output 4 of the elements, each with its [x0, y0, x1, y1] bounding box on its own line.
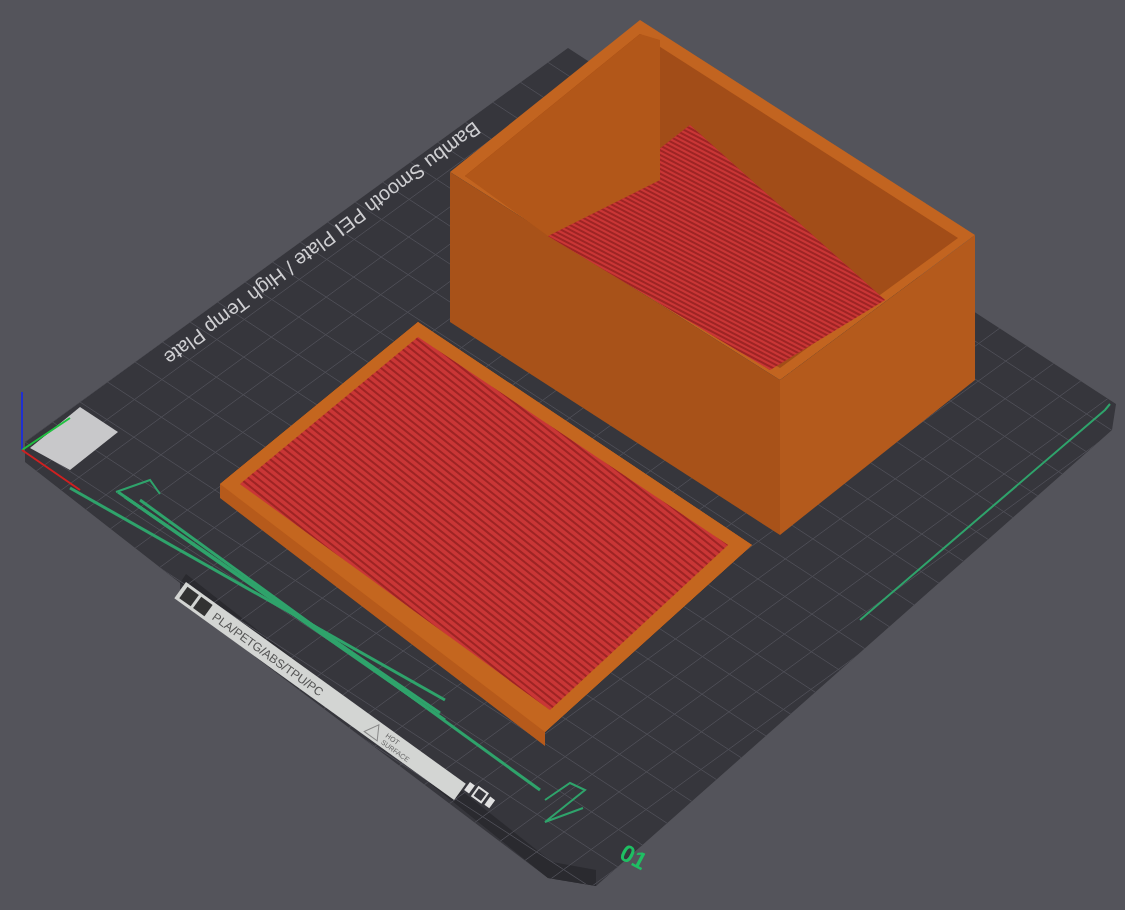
- warning-icon: [363, 724, 380, 742]
- corner-icons-drawing: [464, 782, 496, 809]
- axis-gizmo-icon: [21, 391, 118, 491]
- plate-number: 01: [615, 838, 652, 875]
